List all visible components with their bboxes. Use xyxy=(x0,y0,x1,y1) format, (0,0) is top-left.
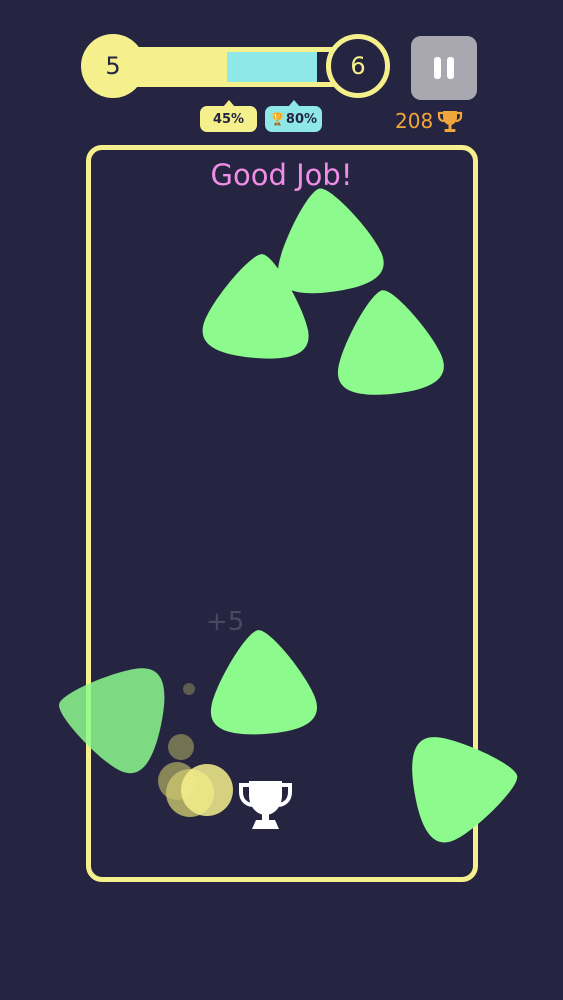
praise-message: Good Job! xyxy=(210,158,353,192)
obstacle-shape xyxy=(405,723,527,847)
obstacle-shape xyxy=(205,626,319,738)
obstacle-shape xyxy=(48,652,172,778)
game-objects-layer xyxy=(48,181,527,847)
obstacle-shape xyxy=(329,284,447,400)
points-gained-label: +5 xyxy=(206,607,245,637)
game-screen[interactable]: 5 6 45% 🏆 80% 208 Good Job! +5 xyxy=(0,0,563,1000)
goal-trophy-icon xyxy=(239,781,292,829)
